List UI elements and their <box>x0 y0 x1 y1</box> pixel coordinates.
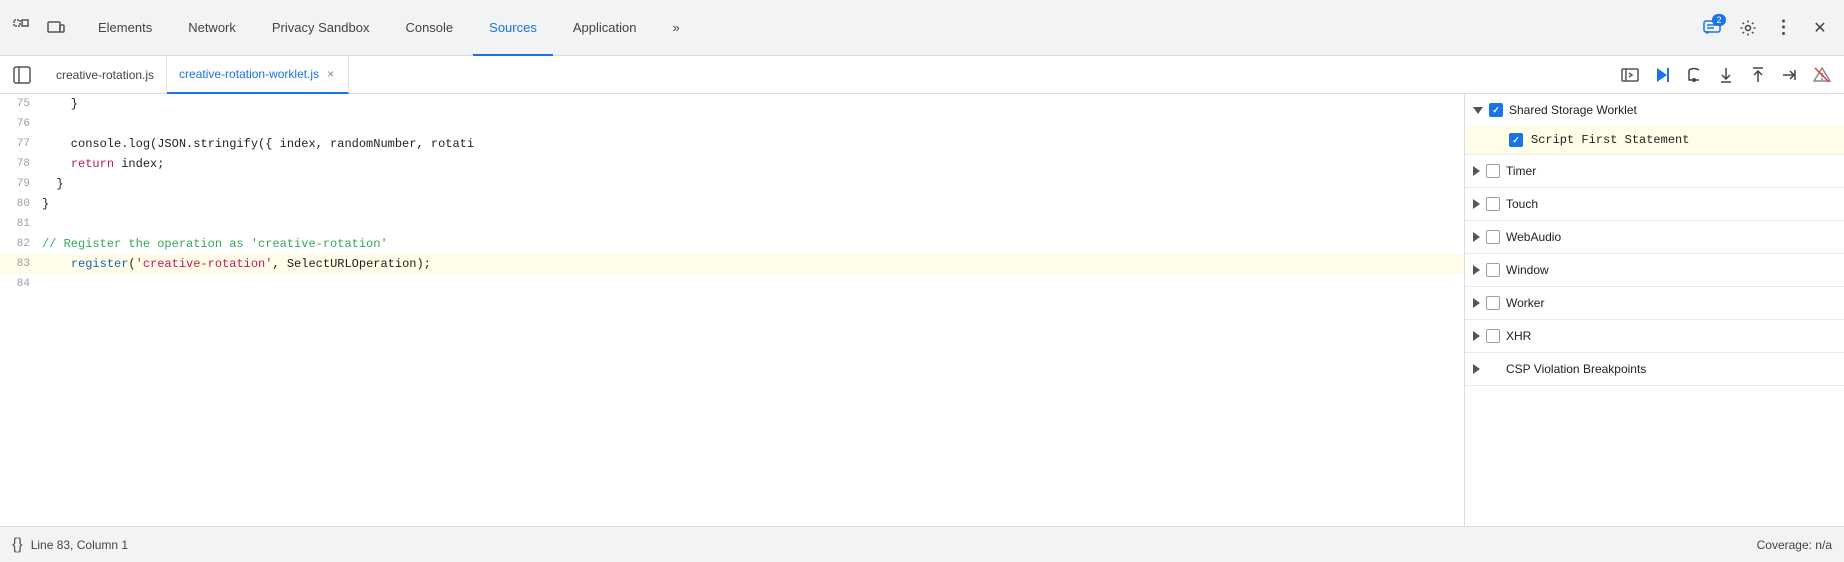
bp-section-xhr: XHR <box>1465 320 1844 353</box>
tab-bar: Elements Network Privacy Sandbox Console… <box>0 0 1844 56</box>
step-out-btn[interactable] <box>1744 61 1772 89</box>
devtools-responsive-icon[interactable] <box>42 14 70 42</box>
bp-section-shared-storage: Shared Storage Worklet Script First Stat… <box>1465 94 1844 155</box>
tab-elements[interactable]: Elements <box>82 0 168 56</box>
timer-checkbox[interactable] <box>1486 164 1500 178</box>
tab-sources[interactable]: Sources <box>473 0 553 56</box>
right-panel: Shared Storage Worklet Script First Stat… <box>1464 94 1844 526</box>
script-first-statement-checkbox[interactable] <box>1509 133 1523 147</box>
code-editor[interactable]: 75 } 76 77 console.log(JSON.stringify({ … <box>0 94 1464 526</box>
code-line-80: 80 } <box>0 194 1464 214</box>
bp-section-window-header[interactable]: Window <box>1465 254 1844 286</box>
devtools-icons <box>8 14 70 42</box>
bp-section-touch: Touch <box>1465 188 1844 221</box>
expand-arrow-csp <box>1473 364 1480 374</box>
bp-item-script-first-statement[interactable]: Script First Statement <box>1465 126 1844 154</box>
expand-arrow-touch <box>1473 199 1480 209</box>
bp-section-timer: Timer <box>1465 155 1844 188</box>
expand-arrow-worker <box>1473 298 1480 308</box>
bp-section-worker-header[interactable]: Worker <box>1465 287 1844 319</box>
hide-sidebar-btn[interactable] <box>1616 61 1644 89</box>
bp-section-csp-header[interactable]: CSP Violation Breakpoints <box>1465 353 1844 385</box>
code-line-79: 79 } <box>0 174 1464 194</box>
worker-checkbox[interactable] <box>1486 296 1500 310</box>
code-line-78: 78 return index; <box>0 154 1464 174</box>
tab-privacy-sandbox[interactable]: Privacy Sandbox <box>256 0 386 56</box>
touch-checkbox[interactable] <box>1486 197 1500 211</box>
file-tab-toolbar <box>1616 61 1836 89</box>
tab-console[interactable]: Console <box>389 0 469 56</box>
tab-more[interactable]: » <box>656 0 695 56</box>
file-tab-bar: creative-rotation.js creative-rotation-w… <box>0 56 1844 94</box>
close-devtools-button[interactable]: ✕ <box>1804 12 1836 44</box>
code-line-83: 83 register('creative-rotation', SelectU… <box>0 254 1464 274</box>
step-btn[interactable] <box>1776 61 1804 89</box>
file-tab-creative-rotation[interactable]: creative-rotation.js <box>44 56 167 94</box>
window-checkbox[interactable] <box>1486 263 1500 277</box>
chat-button[interactable]: 2 <box>1696 12 1728 44</box>
bp-section-timer-header[interactable]: Timer <box>1465 155 1844 187</box>
status-bar: {} Line 83, Column 1 Coverage: n/a <box>0 526 1844 562</box>
file-tab-worklet[interactable]: creative-rotation-worklet.js × <box>167 56 349 94</box>
tab-bar-right: 2 ⋮ ✕ <box>1696 12 1836 44</box>
bp-section-window: Window <box>1465 254 1844 287</box>
tab-application[interactable]: Application <box>557 0 653 56</box>
resume-btn[interactable] <box>1648 61 1676 89</box>
code-line-84: 84 <box>0 274 1464 294</box>
step-into-btn[interactable] <box>1712 61 1740 89</box>
expand-arrow-xhr <box>1473 331 1480 341</box>
step-over-btn[interactable] <box>1680 61 1708 89</box>
webaudio-checkbox[interactable] <box>1486 230 1500 244</box>
code-line-75: 75 } <box>0 94 1464 114</box>
sidebar-toggle[interactable] <box>8 61 36 89</box>
chat-badge: 2 <box>1712 14 1726 26</box>
expand-arrow-webaudio <box>1473 232 1480 242</box>
code-line-76: 76 <box>0 114 1464 134</box>
file-tab-close[interactable]: × <box>325 65 336 83</box>
expand-arrow-timer <box>1473 166 1480 176</box>
expand-arrow-window <box>1473 265 1480 275</box>
code-line-82: 82 // Register the operation as 'creativ… <box>0 234 1464 254</box>
devtools-cursor-icon[interactable] <box>8 14 36 42</box>
tab-network[interactable]: Network <box>172 0 252 56</box>
format-icon[interactable]: {} <box>12 536 23 554</box>
xhr-checkbox[interactable] <box>1486 329 1500 343</box>
shared-storage-checkbox[interactable] <box>1489 103 1503 117</box>
settings-button[interactable] <box>1732 12 1764 44</box>
bp-section-worker: Worker <box>1465 287 1844 320</box>
bp-section-touch-header[interactable]: Touch <box>1465 188 1844 220</box>
coverage-status: Coverage: n/a <box>1757 538 1832 552</box>
main-content: 75 } 76 77 console.log(JSON.stringify({ … <box>0 94 1844 526</box>
line-position: Line 83, Column 1 <box>31 538 128 552</box>
expand-arrow-shared-storage <box>1473 107 1483 114</box>
bp-section-shared-storage-header[interactable]: Shared Storage Worklet <box>1465 94 1844 126</box>
code-lines: 75 } 76 77 console.log(JSON.stringify({ … <box>0 94 1464 294</box>
bp-section-webaudio: WebAudio <box>1465 221 1844 254</box>
code-line-81: 81 <box>0 214 1464 234</box>
bp-section-csp: CSP Violation Breakpoints <box>1465 353 1844 386</box>
bp-section-xhr-header[interactable]: XHR <box>1465 320 1844 352</box>
more-options-button[interactable]: ⋮ <box>1768 12 1800 44</box>
code-line-77: 77 console.log(JSON.stringify({ index, r… <box>0 134 1464 154</box>
bp-section-webaudio-header[interactable]: WebAudio <box>1465 221 1844 253</box>
pause-exceptions-btn[interactable] <box>1808 61 1836 89</box>
